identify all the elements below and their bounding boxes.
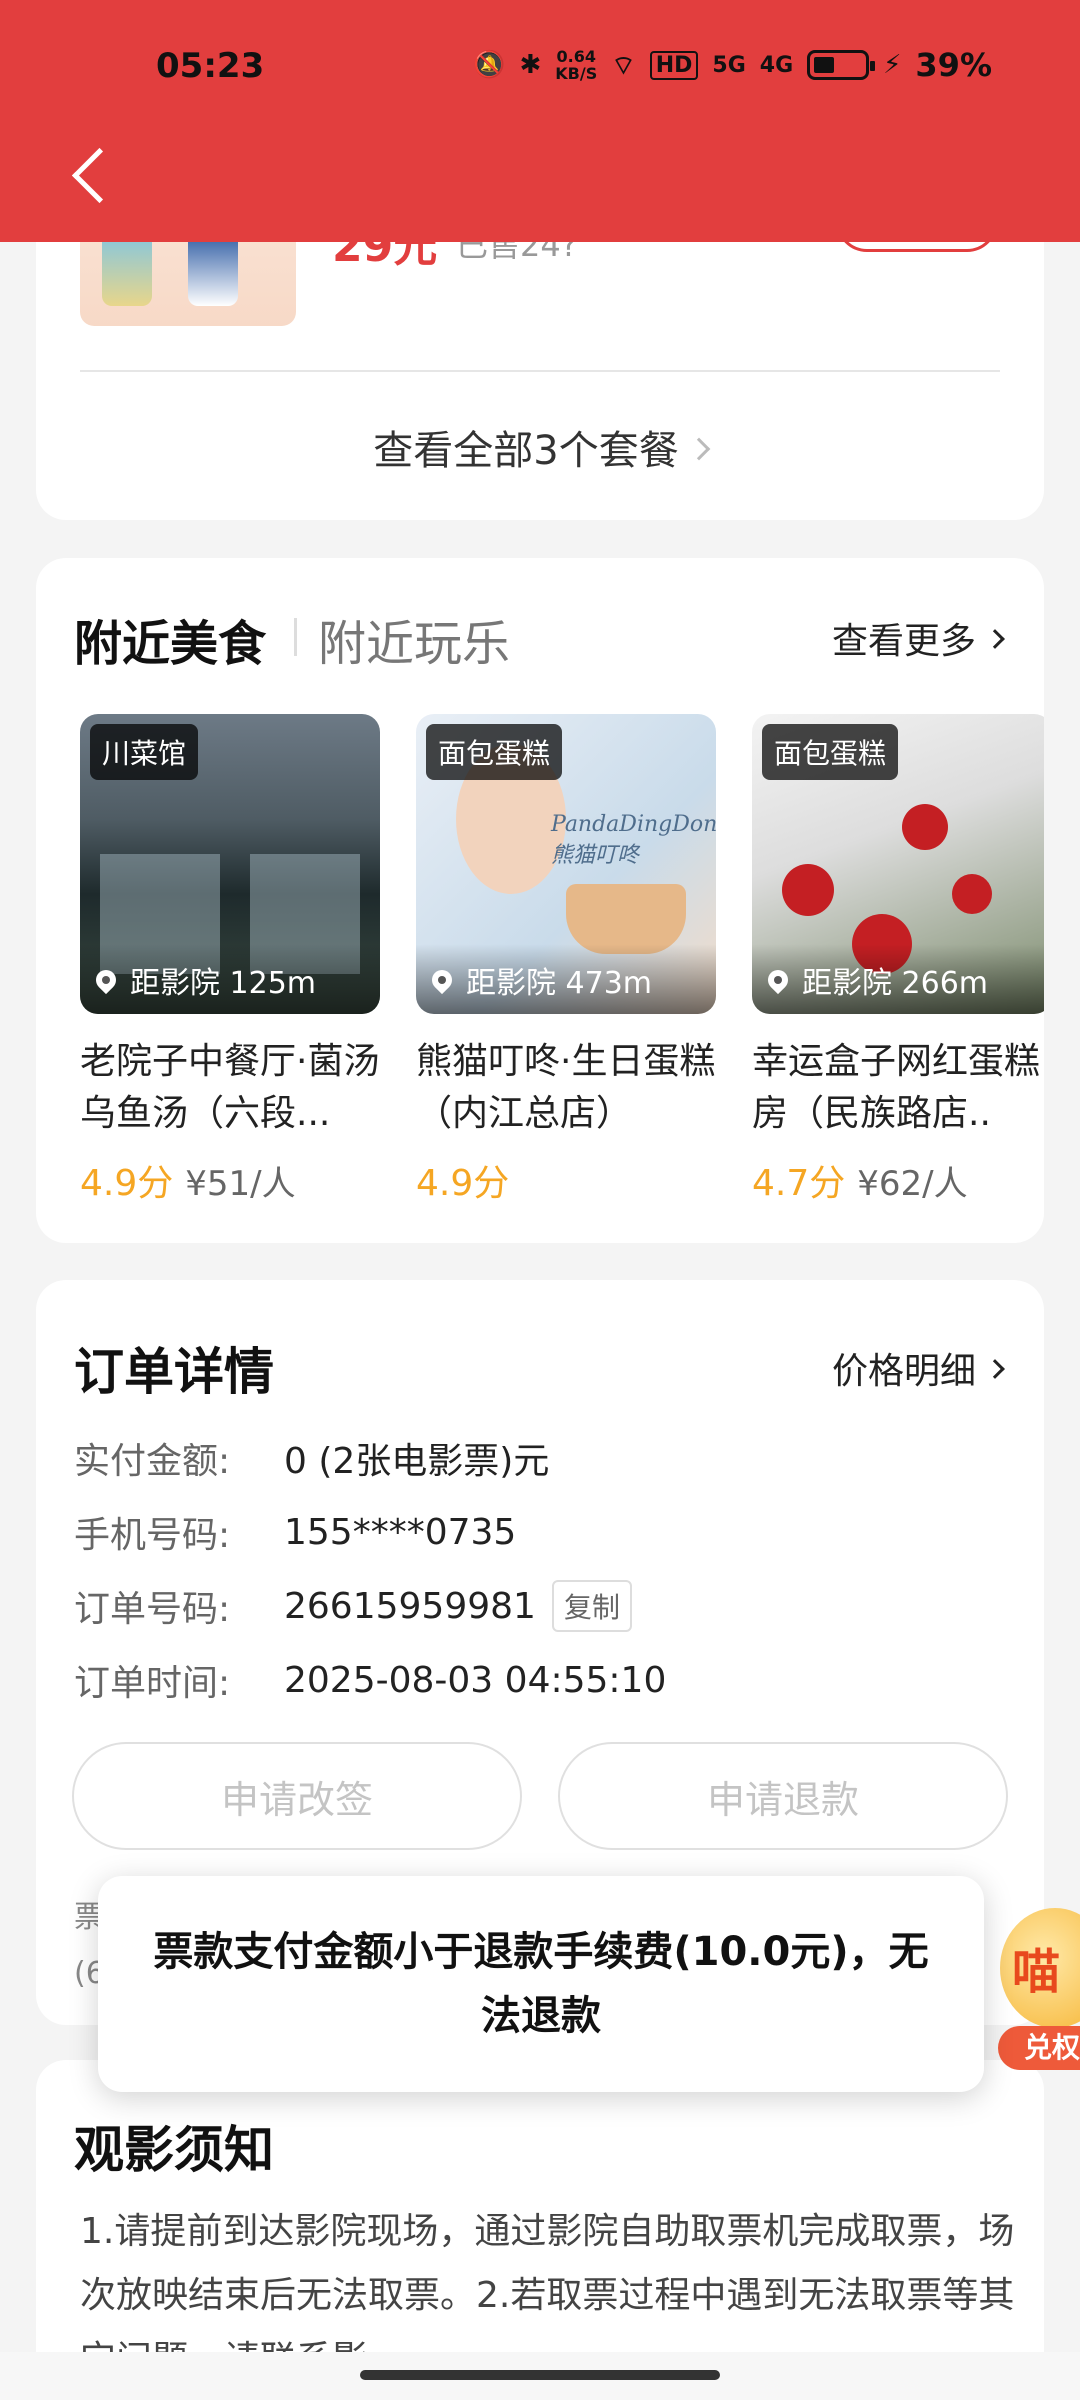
promo-tag: 兑权 bbox=[998, 2026, 1080, 2070]
status-bar: 05:23 🔕 ✱ 0.64 KB/S ⌔ HD 5G 4G ⚡ 39% bbox=[0, 40, 1080, 100]
shop-brand-text: PandaDingDong 熊猫叮咚 bbox=[551, 812, 716, 868]
shop-distance: 距影院 266m bbox=[802, 966, 989, 1001]
price-detail-link[interactable]: 价格明细 bbox=[831, 1342, 1005, 1394]
row-value: 155****0735 bbox=[284, 1511, 517, 1553]
wifi-icon: ⌔ bbox=[611, 50, 636, 81]
order-row-time: 订单时间: 2025-08-03 04:55:10 bbox=[74, 1654, 666, 1706]
rose-decoration bbox=[782, 864, 834, 916]
copy-button[interactable]: 复制 bbox=[551, 1580, 632, 1632]
header-bar: 05:23 🔕 ✱ 0.64 KB/S ⌔ HD 5G 4G ⚡ 39% bbox=[0, 0, 1080, 242]
network-speed: 0.64 KB/S bbox=[555, 47, 598, 83]
shop-avg-price: ¥62/人 bbox=[857, 1164, 968, 1204]
shop-card[interactable]: PandaDingDong 熊猫叮咚 面包蛋糕 距影院 473m 熊猫叮咚·生日蛋… bbox=[416, 714, 716, 1206]
chevron-right-icon bbox=[985, 629, 1005, 649]
view-all-label: 查看全部3个套餐 bbox=[373, 428, 679, 474]
toast-message: 票款支付金额小于退款手续费(10.0元)，无法退款 bbox=[153, 1929, 929, 2039]
shop-distance: 距影院 473m bbox=[466, 966, 653, 1001]
notice-title: 观影须知 bbox=[74, 2121, 274, 2179]
status-time: 05:23 bbox=[156, 46, 265, 86]
location-pin-icon bbox=[763, 965, 793, 995]
refund-error-toast: 票款支付金额小于退款手续费(10.0元)，无法退款 bbox=[98, 1876, 984, 2092]
row-label: 订单时间: bbox=[74, 1663, 231, 1704]
shop-category-tag: 面包蛋糕 bbox=[426, 724, 563, 780]
shop-meta: 4.7分 ¥62/人 bbox=[752, 1154, 1044, 1206]
shop-name: 熊猫叮咚·生日蛋糕（内江总店） bbox=[416, 1041, 716, 1134]
status-icons: 🔕 ✱ 0.64 KB/S ⌔ HD 5G 4G ⚡ 39% bbox=[473, 46, 992, 84]
apply-refund-button[interactable]: 申请退款 bbox=[558, 1742, 1008, 1850]
tab-separator bbox=[294, 618, 297, 656]
row-value: 2025-08-03 04:55:10 bbox=[284, 1659, 667, 1701]
shop-image: 面包蛋糕 距影院 266m bbox=[752, 714, 1044, 1014]
shop-score: 4.9分 bbox=[80, 1163, 174, 1204]
shop-distance: 距影院 125m bbox=[130, 966, 317, 1001]
shop-category-tag: 面包蛋糕 bbox=[762, 724, 899, 780]
chevron-right-icon bbox=[687, 437, 711, 461]
tab-nearby-food[interactable]: 附近美食 bbox=[74, 604, 266, 674]
shop-name: 老院子中餐厅·菌汤乌鱼汤（六段... bbox=[80, 1041, 380, 1134]
bluetooth-icon: ✱ bbox=[519, 50, 542, 80]
mute-bell-icon: 🔕 bbox=[473, 50, 506, 80]
signal-5g-icon: 5G bbox=[712, 52, 746, 78]
shop-score: 4.7分 bbox=[752, 1163, 846, 1204]
location-pin-icon bbox=[91, 965, 121, 995]
shop-card[interactable]: 川菜馆 距影院 125m 老院子中餐厅·菌汤乌鱼汤（六段... 4.9分 ¥51/… bbox=[80, 714, 380, 1206]
shop-image: 川菜馆 距影院 125m bbox=[80, 714, 380, 1014]
row-label: 订单号码: bbox=[74, 1589, 231, 1630]
shop-meta: 4.9分 bbox=[416, 1154, 716, 1206]
order-row-phone: 手机号码: 155****0735 bbox=[74, 1506, 516, 1558]
signal-4g-icon: 4G bbox=[759, 52, 794, 78]
viewing-notice-card: 观影须知 1.请提前到达影院现场，通过影院自助取票机完成取票，场次放映结束后无法… bbox=[36, 2060, 1044, 2400]
row-value: 0 (2张电影票)元 bbox=[284, 1441, 550, 1482]
charging-icon: ⚡ bbox=[883, 50, 902, 80]
row-label: 手机号码: bbox=[74, 1515, 231, 1556]
shop-score: 4.9分 bbox=[416, 1163, 510, 1204]
chevron-right-icon bbox=[985, 1359, 1005, 1379]
distance-overlay: 距影院 473m bbox=[416, 944, 716, 1014]
nearby-card: 附近美食 附近玩乐 查看更多 川菜馆 距影院 125m 老院子中餐厅·菌汤乌鱼汤… bbox=[36, 558, 1044, 1243]
shop-image: PandaDingDong 熊猫叮咚 面包蛋糕 距影院 473m bbox=[416, 714, 716, 1014]
distance-overlay: 距影院 266m bbox=[752, 944, 1044, 1014]
price-detail-label: 价格明细 bbox=[831, 1351, 976, 1392]
view-all-packages-link[interactable]: 查看全部3个套餐 bbox=[36, 418, 1044, 476]
row-label: 实付金额: bbox=[74, 1441, 231, 1482]
apply-change-button[interactable]: 申请改签 bbox=[72, 1742, 522, 1850]
location-pin-icon bbox=[427, 965, 457, 995]
view-more-link[interactable]: 查看更多 bbox=[831, 612, 1005, 664]
shop-meta: 4.9分 ¥51/人 bbox=[80, 1154, 380, 1206]
order-title: 订单详情 bbox=[74, 1343, 274, 1401]
back-arrow-icon[interactable] bbox=[66, 140, 122, 210]
home-indicator[interactable] bbox=[360, 2370, 720, 2380]
divider bbox=[80, 370, 1000, 372]
shop-card[interactable]: 面包蛋糕 距影院 266m 幸运盒子网红蛋糕房（民族路店.. 4.7分 ¥62/人 bbox=[752, 714, 1044, 1206]
floating-promo-badge[interactable]: 喵 兑权 bbox=[998, 1908, 1080, 2078]
promo-text: 喵 bbox=[1012, 1944, 1061, 2000]
shop-category-tag: 川菜馆 bbox=[90, 724, 199, 780]
view-more-label: 查看更多 bbox=[831, 621, 976, 662]
order-row-amount: 实付金额: 0 (2张电影票)元 bbox=[74, 1432, 549, 1484]
battery-level: 39% bbox=[915, 46, 992, 84]
rose-decoration bbox=[952, 874, 992, 914]
distance-overlay: 距影院 125m bbox=[80, 944, 380, 1014]
order-row-number: 订单号码: 26615959981 复制 bbox=[74, 1580, 632, 1632]
tab-nearby-play[interactable]: 附近玩乐 bbox=[318, 604, 510, 674]
battery-icon bbox=[807, 50, 876, 80]
rose-decoration bbox=[902, 804, 948, 850]
shop-avg-price: ¥51/人 bbox=[185, 1164, 296, 1204]
row-value: 26615959981 bbox=[284, 1585, 536, 1627]
shop-name: 幸运盒子网红蛋糕房（民族路店.. bbox=[752, 1041, 1041, 1134]
hd-icon: HD bbox=[649, 50, 699, 80]
